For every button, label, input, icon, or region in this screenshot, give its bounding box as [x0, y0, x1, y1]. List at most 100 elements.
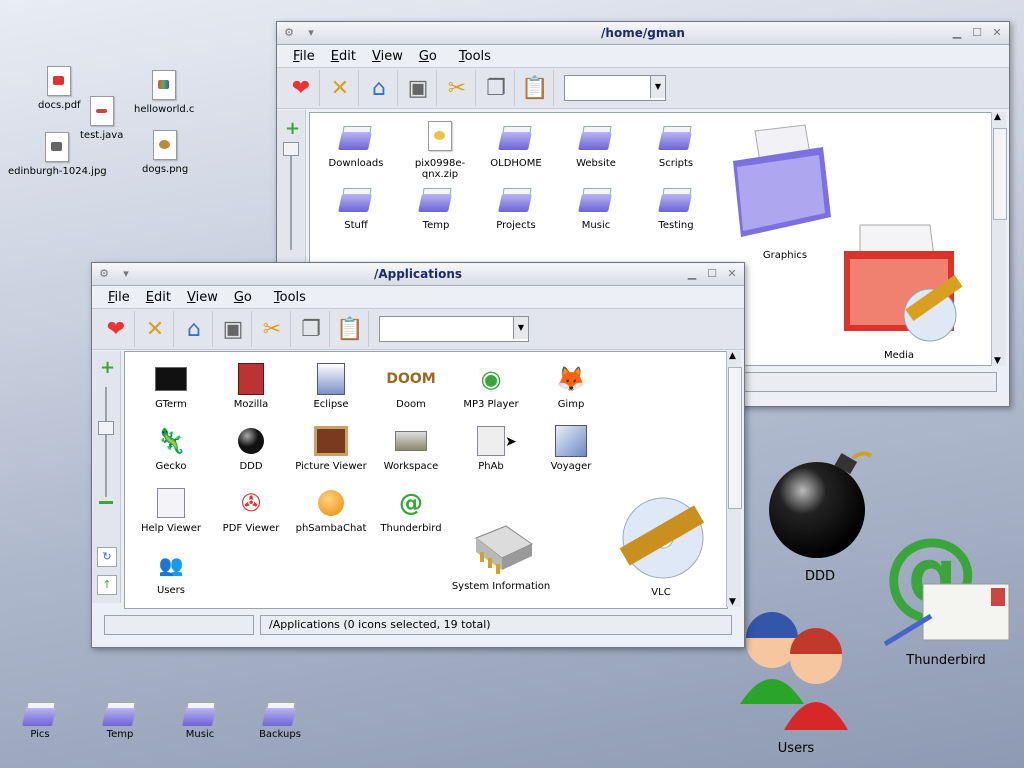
zoom-slider[interactable]	[283, 142, 299, 156]
menu-tools[interactable]: Tools	[274, 290, 306, 305]
app-eclipse[interactable]: Eclipse	[291, 362, 371, 410]
computer-icon[interactable]: ▣	[215, 311, 252, 347]
location-combo[interactable]: ▼	[379, 316, 529, 342]
chip-icon	[474, 525, 534, 574]
home-window-titlebar[interactable]: ⚙ ▾ /home/gman ▁ ☐ ✕	[277, 22, 1009, 45]
go-up-icon[interactable]: ↑	[97, 575, 117, 595]
folder-icon	[340, 124, 372, 150]
big-folder-item[interactable]: Media	[824, 221, 974, 361]
scroll-up-icon[interactable]: ▲	[729, 351, 736, 361]
folder-item[interactable]: Projects	[476, 183, 556, 231]
folder-item[interactable]: Website	[556, 121, 636, 169]
desktop-icon-edinburgh-jpg[interactable]: edinburgh-1024.jpg	[8, 132, 107, 177]
app-gterm[interactable]: GTerm	[131, 362, 211, 410]
close-icon[interactable]: ✕	[724, 266, 740, 281]
folder-icon	[500, 124, 532, 150]
favorites-heart-icon[interactable]: ❤	[283, 70, 320, 106]
chevron-down-icon[interactable]: ▼	[513, 317, 528, 339]
refresh-icon[interactable]: ↻	[97, 547, 117, 567]
app-users[interactable]: 👥 Users	[131, 548, 211, 596]
cancel-x-icon[interactable]: ✕	[322, 70, 359, 106]
vertical-scrollbar[interactable]: ▲ ▼	[726, 351, 742, 607]
minimize-icon[interactable]: ▁	[949, 25, 965, 40]
applications-window-titlebar[interactable]: ⚙ ▾ /Applications ▁ ☐ ✕	[92, 263, 744, 286]
copy-icon[interactable]: ❐	[478, 70, 515, 106]
app-pdf-viewer[interactable]: ✇ PDF Viewer	[211, 486, 291, 534]
location-combo[interactable]: ▼	[564, 75, 666, 101]
app-voyager[interactable]: Voyager	[531, 424, 611, 472]
app-thunderbird[interactable]: @ Thunderbird	[371, 486, 451, 534]
menu-tools[interactable]: Tools	[459, 49, 491, 64]
scroll-up-icon[interactable]: ▲	[994, 112, 1001, 122]
vertical-scrollbar[interactable]: ▲ ▼	[991, 112, 1007, 366]
favorites-heart-icon[interactable]: ❤	[98, 311, 135, 347]
zoom-in-icon[interactable]: +	[100, 357, 115, 378]
cut-scissors-icon[interactable]: ✂	[254, 311, 291, 347]
desktop-folder-pics[interactable]: Pics	[20, 700, 60, 740]
menu-go[interactable]: Go	[419, 49, 437, 64]
menu-file[interactable]: File	[108, 290, 130, 305]
computer-icon[interactable]: ▣	[400, 70, 437, 106]
scroll-thumb[interactable]	[993, 128, 1007, 220]
app-system-information[interactable]: System Information	[441, 518, 561, 592]
scroll-thumb[interactable]	[728, 367, 742, 509]
desktop-folder-temp[interactable]: Temp	[100, 700, 140, 740]
app-mozilla[interactable]: Mozilla	[211, 362, 291, 410]
desktop-icon-helloworld-c[interactable]: helloworld.c	[134, 70, 194, 115]
app-phsambachat[interactable]: phSambaChat	[291, 486, 371, 534]
scroll-down-icon[interactable]: ▼	[994, 356, 1001, 366]
app-phab[interactable]: PhAb	[451, 424, 531, 472]
chevron-down-icon[interactable]: ▼	[650, 76, 665, 98]
desktop-icon-dogs-png[interactable]: dogs.png	[142, 130, 188, 175]
folder-item[interactable]: Stuff	[316, 183, 396, 231]
zoom-in-icon[interactable]: +	[285, 118, 300, 139]
maximize-icon[interactable]: ☐	[969, 25, 985, 40]
home-icon[interactable]: ⌂	[361, 70, 398, 106]
folder-icon	[420, 186, 452, 212]
menu-go[interactable]: Go	[234, 290, 252, 305]
app-help-viewer[interactable]: Help Viewer	[131, 486, 211, 534]
app-workspace[interactable]: Workspace	[371, 424, 451, 472]
menu-file[interactable]: File	[293, 49, 315, 64]
folder-icon	[660, 124, 692, 150]
app-vlc[interactable]: VLC	[611, 492, 711, 598]
toolbar: ❤ ✕ ⌂ ▣ ✂ ❐ 📋 ▼	[277, 68, 1009, 109]
app-picture-viewer[interactable]: Picture Viewer	[291, 424, 371, 472]
cancel-x-icon[interactable]: ✕	[137, 311, 174, 347]
desktop-icon-ddd[interactable]: DDD	[760, 448, 880, 584]
app-mp3-player[interactable]: ◉ MP3 Player	[451, 362, 531, 410]
menu-edit[interactable]: Edit	[146, 290, 171, 305]
java-file-icon	[89, 96, 114, 126]
folder-item[interactable]: Downloads	[316, 121, 396, 169]
paste-clipboard-icon[interactable]: 📋	[517, 70, 554, 106]
desktop-icon-docs-pdf[interactable]: docs.pdf	[38, 66, 81, 111]
scroll-down-icon[interactable]: ▼	[729, 597, 736, 607]
file-item[interactable]: pix0998e-qnx.zip	[400, 121, 480, 180]
home-icon[interactable]: ⌂	[176, 311, 213, 347]
users-icon	[740, 612, 848, 730]
close-icon[interactable]: ✕	[989, 25, 1005, 40]
folder-item[interactable]: Testing	[636, 183, 716, 231]
zoom-slider[interactable]	[98, 421, 114, 435]
desktop-folder-backups[interactable]: Backups	[258, 700, 302, 740]
app-doom[interactable]: DOOM Doom	[371, 362, 451, 410]
folder-item[interactable]: Temp	[396, 183, 476, 231]
paste-clipboard-icon[interactable]: 📋	[332, 311, 369, 347]
maximize-icon[interactable]: ☐	[704, 266, 720, 281]
folder-item[interactable]: Scripts	[636, 121, 716, 169]
desktop-icon-users[interactable]: Users	[736, 608, 856, 756]
folder-item[interactable]: OLDHOME	[476, 121, 556, 169]
app-ddd[interactable]: DDD	[211, 424, 291, 472]
menu-view[interactable]: View	[187, 290, 218, 305]
app-gimp[interactable]: 🦊 Gimp	[531, 362, 611, 410]
menu-edit[interactable]: Edit	[331, 49, 356, 64]
menu-view[interactable]: View	[372, 49, 403, 64]
minimize-icon[interactable]: ▁	[684, 266, 700, 281]
desktop-icon-thunderbird[interactable]: @ Thunderbird	[876, 517, 1016, 668]
folder-item[interactable]: Music	[556, 183, 636, 231]
zoom-out-icon[interactable]	[99, 501, 113, 504]
app-gecko[interactable]: 🦎 Gecko	[131, 424, 211, 472]
copy-icon[interactable]: ❐	[293, 311, 330, 347]
desktop-folder-music[interactable]: Music	[180, 700, 220, 740]
cut-scissors-icon[interactable]: ✂	[439, 70, 476, 106]
